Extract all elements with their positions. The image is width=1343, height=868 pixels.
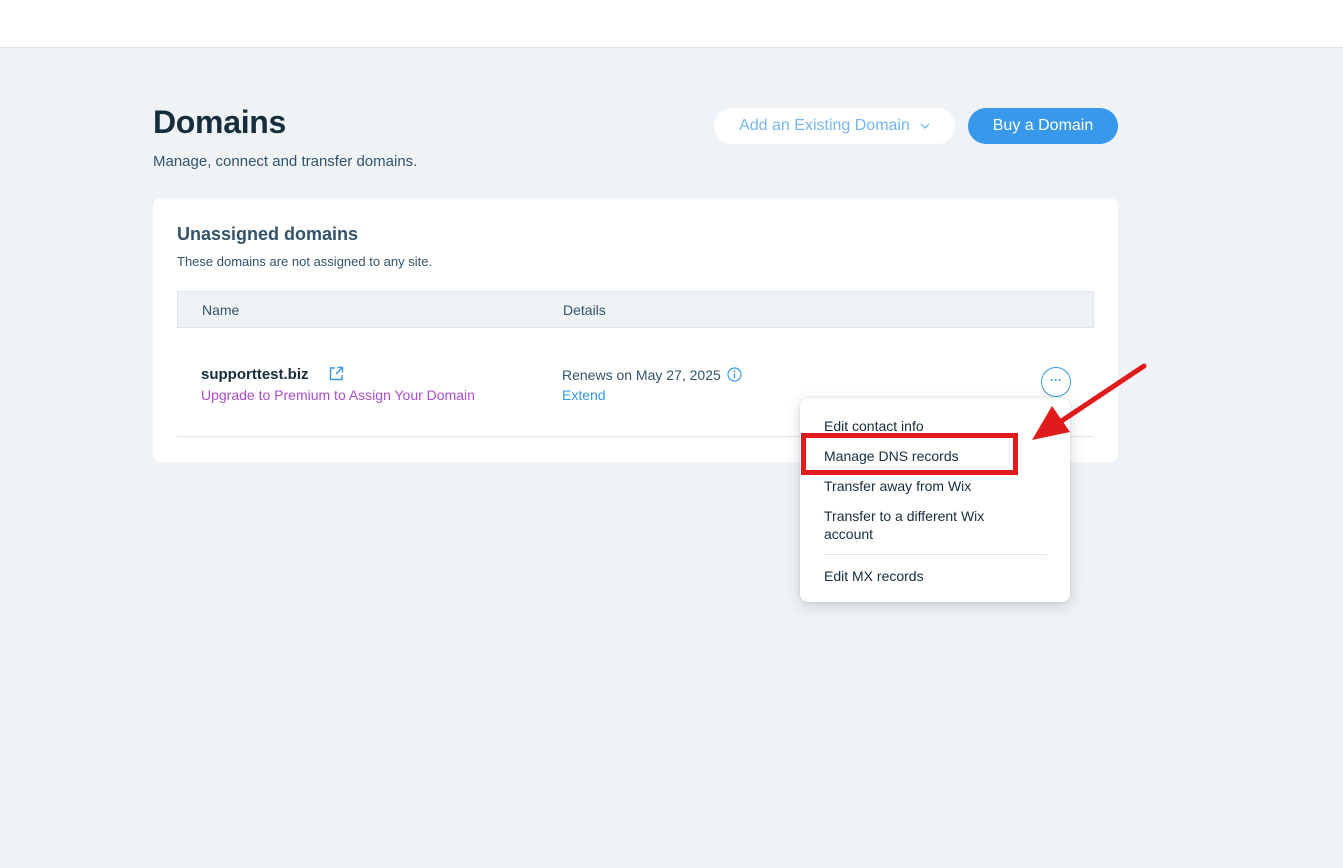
info-icon[interactable] xyxy=(727,367,742,382)
add-existing-domain-label: Add an Existing Domain xyxy=(739,117,910,134)
buy-domain-button[interactable]: Buy a Domain xyxy=(968,108,1118,144)
top-bar xyxy=(0,0,1343,48)
add-existing-domain-button[interactable]: Add an Existing Domain xyxy=(714,108,955,144)
menu-item-transfer-away[interactable]: Transfer away from Wix xyxy=(824,477,971,495)
column-header-details: Details xyxy=(563,302,606,318)
menu-divider xyxy=(824,554,1047,555)
section-subtitle: These domains are not assigned to any si… xyxy=(177,254,433,269)
chevron-down-icon xyxy=(920,120,930,132)
extend-link[interactable]: Extend xyxy=(562,387,606,403)
column-header-name: Name xyxy=(202,302,240,318)
page-title: Domains xyxy=(153,104,287,140)
page-subtitle: Manage, connect and transfer domains. xyxy=(153,153,418,170)
renewal-date: Renews on May 27, 2025 xyxy=(562,367,721,383)
annotation-highlight-box xyxy=(801,433,1018,475)
menu-item-edit-mx-records[interactable]: Edit MX records xyxy=(824,567,924,585)
menu-item-transfer-different-account[interactable]: Transfer to a different Wix account xyxy=(824,507,1014,543)
domain-name: supporttest.biz xyxy=(201,366,309,383)
upgrade-premium-link[interactable]: Upgrade to Premium to Assign Your Domain xyxy=(201,387,475,403)
annotation-arrow xyxy=(1032,363,1147,440)
section-title: Unassigned domains xyxy=(177,224,359,244)
table-header: Name Details xyxy=(177,291,1094,328)
external-link-icon[interactable] xyxy=(328,366,344,382)
